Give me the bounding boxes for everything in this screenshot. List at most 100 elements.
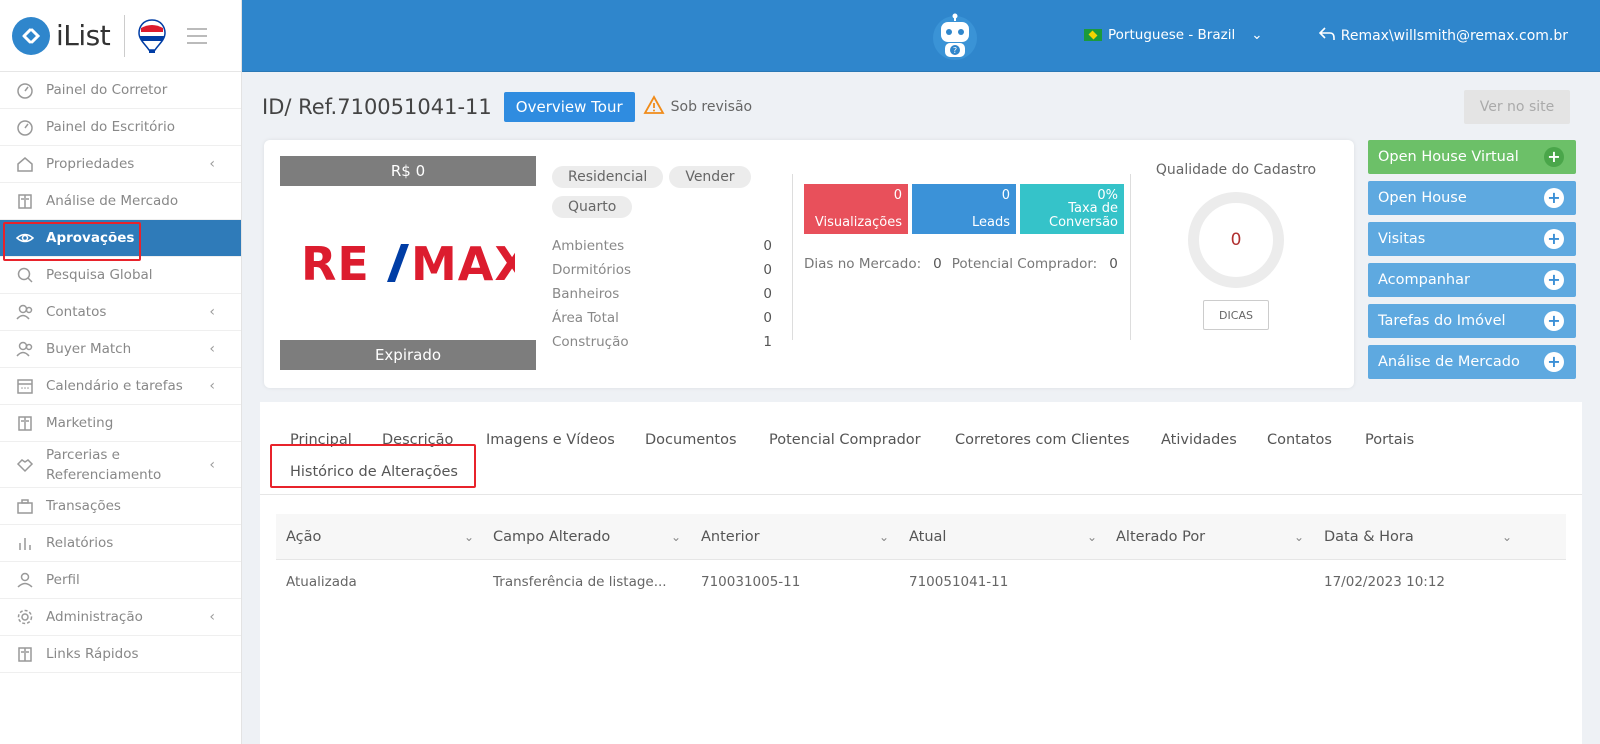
table-cell: Transferência de listage... (493, 574, 667, 590)
column-header[interactable]: Anterior ⌄ (701, 514, 899, 560)
language-label: Portuguese - Brazil (1108, 27, 1236, 43)
sidebar-item-label: Administração (46, 609, 143, 625)
action-button[interactable]: Open House Virtual + (1368, 140, 1576, 174)
sidebar-item-painel-do-escritorio[interactable]: Painel do Escritório (0, 109, 241, 146)
sidebar-item-label: Painel do Corretor (46, 82, 168, 98)
tab-principal[interactable]: Principal (290, 432, 352, 448)
sidebar-item-pesquisa-global[interactable]: Pesquisa Global (0, 257, 241, 294)
action-button[interactable]: Visitas + (1368, 222, 1576, 256)
sidebar-item-label: Análise de Mercado (46, 193, 179, 209)
sidebar-item-transacoes[interactable]: Transações (0, 488, 241, 525)
table-cell: 17/02/2023 10:12 (1324, 574, 1446, 590)
title-row: ID/ Ref.710051041-11 Overview Tour Sob r… (262, 92, 752, 122)
plus-icon: + (1544, 270, 1564, 290)
column-header[interactable]: Atual ⌄ (909, 514, 1107, 560)
chevron-left-icon: ‹ (209, 456, 215, 473)
stat-tile[interactable]: 0% Taxa de Conversão (1020, 184, 1124, 234)
sidebar-item-perfil[interactable]: Perfil (0, 562, 241, 599)
days-label: Dias no Mercado: (804, 256, 922, 272)
chevron-down-icon: ⌄ (878, 530, 889, 544)
tab-descricao[interactable]: Descrição (382, 432, 453, 448)
spec-label: Ambientes (552, 238, 625, 254)
sidebar-item-contatos[interactable]: Contatos ‹ (0, 294, 241, 331)
market-metrics: Dias no Mercado: 0 Potencial Comprador: 0 (804, 256, 1118, 272)
chevron-left-icon: ‹ (209, 304, 215, 320)
sidebar-item-relatorios[interactable]: Relatórios (0, 525, 241, 562)
sidebar-item-propriedades[interactable]: Propriedades ‹ (0, 146, 241, 183)
action-button[interactable]: Tarefas do Imóvel + (1368, 304, 1576, 338)
sidebar-item-marketing[interactable]: Marketing (0, 405, 241, 442)
tab-corretores-com-clientes[interactable]: Corretores com Clientes (955, 432, 1130, 448)
sidebar-item-label: Aprovações (46, 230, 135, 246)
calendar-icon (16, 377, 34, 395)
tab-portais[interactable]: Portais (1365, 432, 1414, 448)
sidebar-item-calendario-e-tarefas[interactable]: Calendário e tarefas ‹ (0, 368, 241, 405)
ilist-logo-icon[interactable] (12, 16, 50, 55)
sidebar-item-administracao[interactable]: Administração ‹ (0, 599, 241, 636)
remax-logo-max: MAX (411, 240, 515, 286)
stat-tile[interactable]: 0 Visualizações (804, 184, 908, 234)
potential-buyer: Potencial Comprador: 0 (952, 256, 1118, 272)
column-header[interactable]: Data & Hora ⌄ (1324, 514, 1522, 560)
property-chip: Quarto (552, 196, 633, 218)
sidebar: iList Painel do Corretor Painel do Escrit… (0, 0, 242, 744)
spec-value: 0 (763, 310, 772, 326)
action-label: Visitas (1378, 231, 1426, 247)
view-site-button[interactable]: Ver no site (1464, 90, 1570, 124)
listing-image[interactable]: RE MAX (280, 188, 536, 338)
plus-icon: + (1544, 147, 1564, 167)
spec-value: 1 (763, 334, 772, 350)
tab-historico-de-alteracoes[interactable]: Histórico de Alterações (290, 464, 458, 480)
stat-tiles: 0 Visualizações 0 Leads 0% Taxa de Conversão (804, 184, 1124, 234)
sidebar-item-label: Buyer Match (46, 341, 132, 357)
days-on-market: Dias no Mercado: 0 (804, 256, 942, 272)
action-button[interactable]: Análise de Mercado + (1368, 345, 1576, 379)
brand-separator (124, 14, 126, 57)
sidebar-item-links-rapidos[interactable]: Links Rápidos (0, 636, 241, 673)
gear-icon (16, 608, 34, 626)
tab-potencial-comprador[interactable]: Potencial Comprador (769, 432, 921, 448)
spec-value: 0 (763, 286, 772, 302)
action-button[interactable]: Acompanhar + (1368, 263, 1576, 297)
user-account[interactable]: Remax\willsmith@remax.com.br (1318, 27, 1568, 45)
book-icon (16, 192, 34, 210)
action-button[interactable]: Open House + (1368, 181, 1576, 215)
sidebar-item-label: Propriedades (46, 156, 135, 172)
table-cell: 710051041-11 (909, 574, 1009, 590)
action-buttons: Open House Virtual + Open House + Visitas + Ac… (1368, 140, 1576, 386)
brand-name: iList (56, 19, 111, 52)
tab-atividades[interactable]: Atividades (1161, 432, 1237, 448)
property-specs: Ambientes 0 Dormitórios 0 Banheiros 0 Área Tot… (552, 234, 772, 354)
column-header[interactable]: Ação ⌄ (286, 514, 484, 560)
table-header: Ação ⌄ Campo Alterado ⌄ Anterior ⌄ Atual ⌄ Alter… (276, 514, 1566, 560)
spec-label: Banheiros (552, 286, 620, 302)
overview-tour-button[interactable]: Overview Tour (503, 92, 635, 122)
menu-toggle-icon[interactable] (187, 27, 208, 44)
active-tab-indicator (280, 486, 468, 488)
language-selector[interactable]: Portuguese - Brazil ⌄ (1084, 27, 1263, 43)
sidebar-item-analise-de-mercado[interactable]: Análise de Mercado (0, 183, 241, 220)
tab-imagens-e-videos[interactable]: Imagens e Vídeos (486, 432, 615, 448)
tab-documentos[interactable]: Documentos (645, 432, 737, 448)
assistant-robot-icon[interactable]: ? (932, 12, 978, 62)
column-header[interactable]: Alterado Por ⌄ (1116, 514, 1314, 560)
tab-contatos[interactable]: Contatos (1267, 432, 1332, 448)
divider (792, 174, 793, 340)
spec-label: Área Total (552, 310, 619, 326)
spec-row: Banheiros 0 (552, 282, 772, 306)
table-cell (1116, 560, 1314, 604)
sidebar-item-aprovacoes[interactable]: Aprovações (0, 220, 241, 257)
chevron-down-icon: ⌄ (670, 530, 681, 544)
brazil-flag-icon (1084, 29, 1102, 41)
sidebar-item-label: Transações (46, 498, 121, 514)
sidebar-item-painel-do-corretor[interactable]: Painel do Corretor (0, 72, 241, 109)
sidebar-item-label: Marketing (46, 415, 114, 431)
stat-label: Taxa de Conversão (1049, 201, 1118, 230)
sidebar-item-buyer-match[interactable]: Buyer Match ‹ (0, 331, 241, 368)
stat-tile[interactable]: 0 Leads (912, 184, 1016, 234)
column-header[interactable]: Campo Alterado ⌄ (493, 514, 691, 560)
column-header-label: Alterado Por (1116, 529, 1206, 545)
tips-button[interactable]: DICAS (1203, 300, 1269, 330)
sidebar-item-parcerias-e-referenciamento[interactable]: Parcerias e Referenciamento ‹ (0, 442, 241, 488)
warning-icon (643, 95, 665, 119)
